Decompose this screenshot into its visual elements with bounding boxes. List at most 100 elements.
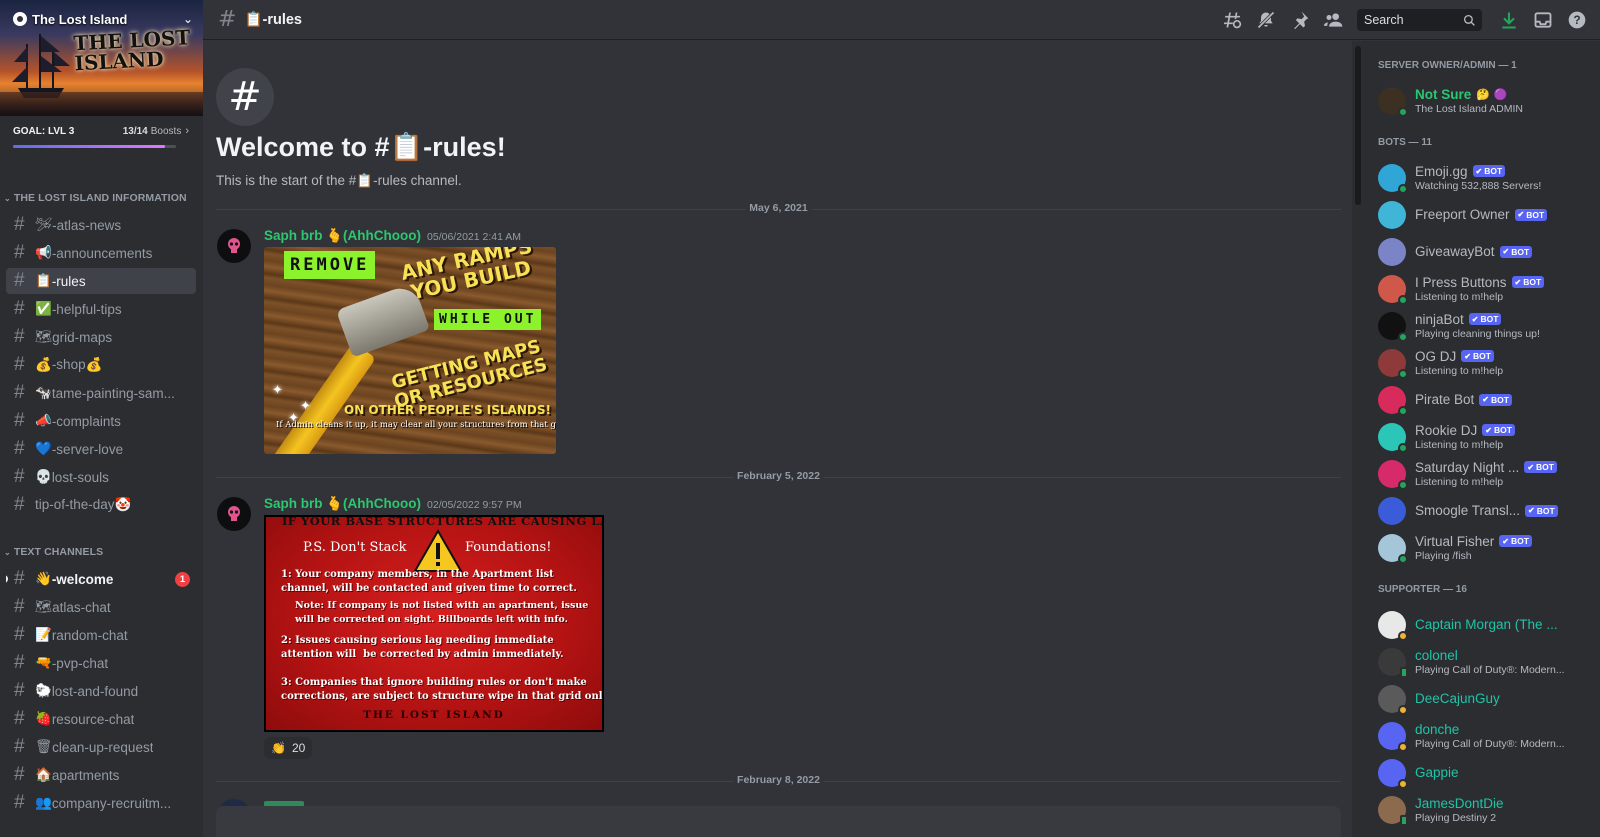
rules-image-ramps[interactable]: REMOVE ANY RAMPS YOU BUILD WHILE OUT GET… [264,247,556,454]
member-name: I Press Buttons [1415,274,1507,290]
sidebar-channel[interactable]: # 🏠 apartments [6,762,196,788]
message-author[interactable]: Saph brb 🫰(AhhChooo) [264,228,421,244]
member-info: Gappie [1415,765,1593,780]
boost-progress-fill [13,145,165,148]
bot-tag: ✔ BOT [1461,350,1494,362]
members-icon[interactable] [1317,0,1351,40]
member-item[interactable]: Saturday Night ... ✔ BOT Listening to m!hel… [1371,455,1593,492]
avatar[interactable] [217,497,251,531]
sidebar-channel[interactable]: # 👋 -welcome 1 [6,566,196,592]
sidebar-channel[interactable]: # 🛩 -atlas-news [6,212,196,238]
message-composer[interactable] [216,806,1341,837]
boost-goal[interactable]: GOAL: LVL 3 13/14 Boosts › [0,120,203,142]
member-item[interactable]: Pirate Bot ✔ BOT [1371,381,1593,418]
channel-emoji: 🗺 [35,329,53,344]
bot-tag: ✔ BOT [1499,535,1532,547]
member-item[interactable]: Rookie DJ ✔ BOT Listening to m!help [1371,418,1593,455]
status-indicator [1398,106,1408,117]
boost-word: Boosts [150,125,182,137]
member-item[interactable]: DeeCajunGuy [1371,680,1593,717]
member-name-line: GiveawayBot ✔ BOT [1415,244,1593,259]
sidebar-channel[interactable]: # 🔫 -pvp-chat [6,650,196,676]
chevron-down-icon: ⌄ [182,12,193,26]
member-activity: Playing Destiny 2 [1415,811,1497,824]
member-item[interactable]: Virtual Fisher ✔ BOT Playing /fish [1371,529,1593,566]
sidebar-channel[interactable]: # ✅ -helpful-tips [6,296,196,322]
reaction-count: 20 [291,741,306,755]
sidebar-channel[interactable]: # 🐄 tame-painting-sam... [6,380,196,406]
member-item[interactable]: I Press Buttons ✔ BOT Listening to m!help [1371,270,1593,307]
sidebar-channel[interactable]: # 💰 -shop💰 [6,352,196,378]
member-item[interactable]: Emoji.gg ✔ BOT Watching 532,888 Servers! [1371,159,1593,196]
member-name-line: Emoji.gg ✔ BOT [1415,164,1593,179]
member-name: Captain Morgan (The ... [1415,617,1558,632]
date-divider-label: February 8, 2022 [733,774,824,786]
scrollbar-thumb[interactable] [1355,46,1361,205]
channel-category[interactable]: ⌄ THE LOST ISLAND INFORMATION [0,186,203,210]
inbox-icon[interactable] [1526,0,1560,40]
member-item[interactable]: donche Playing Call of Duty®: Modern... [1371,717,1593,754]
bot-tag: ✔ BOT [1482,424,1515,436]
member-info: DeeCajunGuy [1415,691,1593,706]
download-icon[interactable] [1492,0,1526,40]
sidebar-channel[interactable]: # 📣 -complaints [6,408,196,434]
date-divider-label: May 6, 2021 [745,202,812,214]
sidebar-channel[interactable]: # 🗑 clean-up-request [6,734,196,760]
sidebar-channel[interactable]: # 💀 lost-souls [6,464,196,490]
member-item[interactable]: Freeport Owner ✔ BOT [1371,196,1593,233]
message-area: # Welcome to #📋-rules! This is the start… [203,41,1351,837]
member-item[interactable]: ninjaBot ✔ BOT Playing cleaning things up! [1371,307,1593,344]
sidebar-channel[interactable]: # 🗺 grid-maps [6,324,196,350]
sidebar-channel[interactable]: # tip-of-the-day🤡 [6,492,196,518]
avatar [1378,533,1408,564]
channel-category[interactable]: ⌄ TEXT CHANNELS [0,540,203,564]
member-item[interactable]: OG DJ ✔ BOT Listening to m!help [1371,344,1593,381]
server-banner[interactable]: THE LOST ISLAND The Lost Island ⌄ [0,0,203,116]
pirate-skull-icon [228,506,240,521]
sparkle-icon: ✦ [300,399,311,414]
server-name: The Lost Island [32,11,128,27]
reaction-button[interactable]: 👏 20 [264,737,313,759]
member-name-line: Pirate Bot ✔ BOT [1415,392,1593,407]
member-activity: Listening to m!help [1415,438,1504,451]
member-info: Not Sure 🤔 🟣 The Lost Island ADMIN [1415,87,1593,115]
search-box[interactable]: Search [1357,9,1482,31]
member-item[interactable]: Gappie [1371,754,1593,791]
sidebar-channel[interactable]: # 📋 -rules [6,268,196,294]
verified-check-icon: ✔ [1502,536,1509,546]
member-name-line: ninjaBot ✔ BOT [1415,312,1593,327]
bot-tag: ✔ BOT [1472,165,1506,177]
pin-icon[interactable] [1283,0,1317,40]
category-label: TEXT CHANNELS [13,546,104,558]
member-item[interactable]: GiveawayBot ✔ BOT [1371,233,1593,270]
sidebar-channel[interactable]: # 🗺 atlas-chat [6,594,196,620]
help-icon[interactable]: ? [1560,0,1594,40]
message-author[interactable]: Saph brb 🫰(AhhChooo) [264,496,421,512]
poster-rule-1: 1: Your company members, in the Apartmen… [281,569,577,594]
sidebar-channel[interactable]: # 💙 -server-love [6,436,196,462]
sidebar-channel[interactable]: # 👥 company-recruitm... [6,790,196,816]
avatar[interactable] [217,229,251,263]
status-indicator [1400,814,1408,826]
sidebar-channel[interactable]: # 📝 random-chat [6,622,196,648]
threads-icon[interactable] [1215,0,1249,40]
clap-emoji-icon: 👏 [271,741,286,755]
sidebar-channel[interactable]: # 📢 -announcements [6,240,196,266]
member-item[interactable]: Not Sure 🤔 🟣 The Lost Island ADMIN [1371,82,1593,119]
server-header[interactable]: The Lost Island ⌄ [0,0,203,38]
sidebar-channel[interactable]: # 🍓 resource-chat [6,706,196,732]
rules-image-lag[interactable]: IF YOUR BASE STRUCTURES ARE CAUSING LAG … [264,515,604,732]
channel-label: -welcome [51,571,114,587]
member-item[interactable]: Captain Morgan (The ... [1371,606,1593,643]
search-input[interactable]: Search [1364,13,1463,27]
member-item[interactable]: JamesDontDie Playing Destiny 2 [1371,791,1593,828]
member-item[interactable]: colonel Playing Call of Duty®: Modern... [1371,643,1593,680]
status-indicator [1398,630,1408,641]
svg-text:?: ? [1573,14,1580,27]
member-item[interactable]: Smoogle Transl... ✔ BOT [1371,492,1593,529]
mute-bell-icon[interactable] [1249,0,1283,40]
member-name-line: Gappie [1415,765,1593,780]
sidebar-channel[interactable]: # 🐑 lost-and-found [6,678,196,704]
channel-label: -server-love [51,441,124,457]
message-scrollbar[interactable] [1352,41,1364,837]
